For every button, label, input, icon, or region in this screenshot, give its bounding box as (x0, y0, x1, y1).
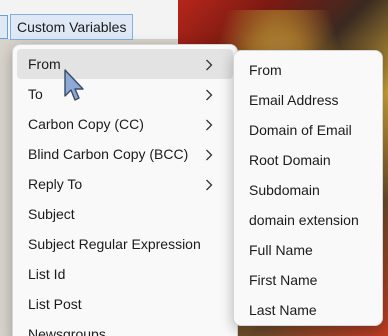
submenu-item-domain-of-email[interactable]: Domain of Email (234, 115, 382, 145)
toolbar-left-tab[interactable] (0, 15, 8, 39)
submenu-item-email-address[interactable]: Email Address (234, 85, 382, 115)
menu-item-cc[interactable]: Carbon Copy (CC) (17, 109, 233, 139)
menu-item-subject[interactable]: Subject (17, 199, 233, 229)
menu-item-reply-to[interactable]: Reply To (17, 169, 233, 199)
menu-item-newsgroups[interactable]: Newsgroups (17, 319, 233, 336)
menu-item-bcc[interactable]: Blind Carbon Copy (BCC) (17, 139, 233, 169)
chevron-right-icon (205, 109, 215, 139)
menu-item-label: Subject (28, 206, 75, 222)
menu-item-from[interactable]: From (17, 49, 233, 79)
submenu-item-subdomain[interactable]: Subdomain (234, 175, 382, 205)
menu-item-label: List Id (28, 266, 66, 282)
menu-item-label: Reply To (28, 176, 83, 192)
menu-item-subject-regex[interactable]: Subject Regular Expression (17, 229, 233, 259)
menu-item-label: Subject Regular Expression (28, 236, 201, 252)
mouse-cursor-icon (63, 68, 87, 104)
chevron-right-icon (205, 49, 215, 79)
menu-item-label: To (28, 86, 43, 102)
from-submenu: From Email Address Domain of Email Root … (233, 50, 383, 326)
submenu-item-domain-extension[interactable]: domain extension (234, 205, 382, 235)
chevron-right-icon (205, 169, 215, 199)
menu-item-label: From (28, 56, 61, 72)
menu-item-label: Newsgroups (28, 326, 106, 336)
menu-item-list-post[interactable]: List Post (17, 289, 233, 319)
menu-item-label: Blind Carbon Copy (BCC) (28, 146, 189, 162)
submenu-item-first-name[interactable]: First Name (234, 265, 382, 295)
submenu-item-root-domain[interactable]: Root Domain (234, 145, 382, 175)
chevron-right-icon (205, 139, 215, 169)
chevron-right-icon (205, 79, 215, 109)
menu-item-to[interactable]: To (17, 79, 233, 109)
submenu-item-full-name[interactable]: Full Name (234, 235, 382, 265)
submenu-item-from[interactable]: From (234, 55, 382, 85)
menu-item-label: Carbon Copy (CC) (28, 116, 144, 132)
submenu-item-last-name[interactable]: Last Name (234, 295, 382, 325)
custom-variables-button[interactable]: Custom Variables (10, 14, 134, 40)
menu-item-label: List Post (28, 296, 82, 312)
menu-item-list-id[interactable]: List Id (17, 259, 233, 289)
context-menu: From To Carbon Copy (CC) Blind Carbon Co… (12, 44, 238, 336)
